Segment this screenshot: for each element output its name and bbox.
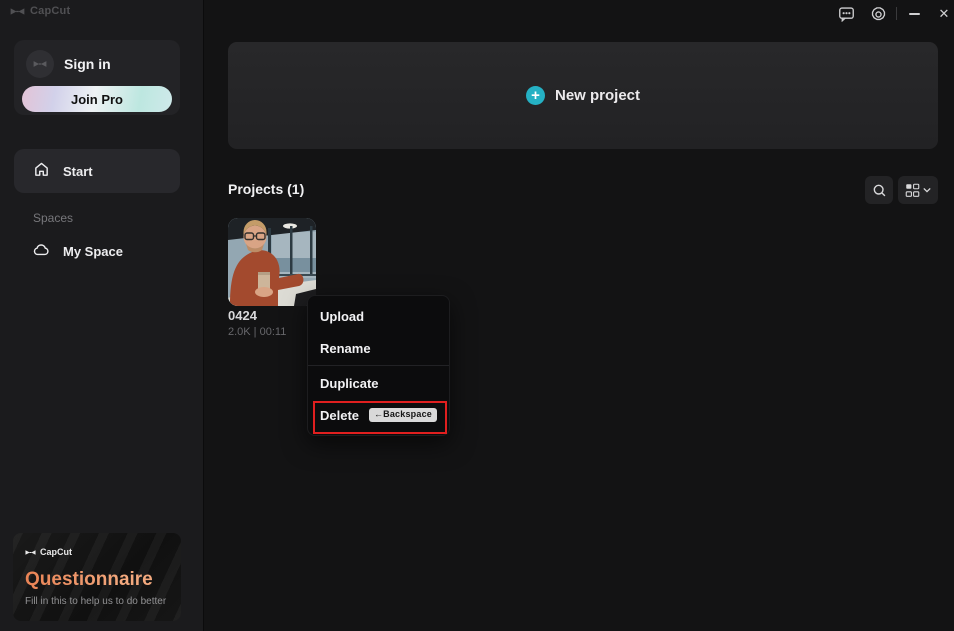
questionnaire-title: Questionnaire — [25, 569, 169, 591]
feedback-button[interactable] — [834, 3, 858, 25]
new-project-button[interactable]: + New project — [228, 42, 938, 149]
search-icon — [872, 183, 887, 198]
sidebar-item-start[interactable]: Start — [14, 149, 180, 193]
capcut-logo-icon — [10, 7, 25, 16]
view-mode-button[interactable] — [898, 176, 938, 204]
sidebar-item-label: Start — [63, 164, 93, 179]
project-meta: 2.0K | 00:11 — [228, 326, 286, 338]
capcut-logo-icon — [25, 543, 36, 561]
home-icon — [33, 161, 50, 181]
menu-item-label: Delete — [320, 408, 359, 423]
sidebar-item-label: My Space — [63, 244, 123, 259]
project-thumbnail[interactable] — [228, 218, 316, 306]
capcut-avatar-icon — [33, 60, 47, 68]
projects-header: Projects (1) — [228, 181, 304, 197]
questionnaire-banner[interactable]: CapCut Questionnaire Fill in this to hel… — [13, 533, 181, 621]
avatar[interactable] — [26, 50, 54, 78]
questionnaire-subtitle: Fill in this to help us to do better — [25, 596, 169, 607]
questionnaire-brand: CapCut — [25, 543, 169, 561]
menu-item-duplicate[interactable]: Duplicate — [308, 367, 449, 399]
backspace-shortcut-badge: ←Backspace — [369, 408, 437, 422]
settings-button[interactable] — [866, 3, 890, 25]
minimize-icon — [909, 13, 920, 15]
signin-button[interactable]: Sign in — [64, 56, 111, 72]
signin-card: Sign in Join Pro — [14, 40, 180, 115]
project-context-menu: Upload Rename Duplicate Delete ←Backspac… — [307, 295, 450, 436]
grid-view-icon — [905, 183, 920, 198]
menu-item-rename[interactable]: Rename — [308, 332, 449, 364]
spaces-section-label: Spaces — [33, 211, 73, 225]
sidebar: CapCut Sign in Join Pro Start Spaces — [0, 0, 204, 631]
menu-item-label: Upload — [320, 309, 364, 324]
close-button[interactable]: ✕ — [932, 3, 954, 25]
menu-item-upload[interactable]: Upload — [308, 300, 449, 332]
search-button[interactable] — [865, 176, 893, 204]
project-name[interactable]: 0424 — [228, 308, 257, 323]
plus-icon: + — [526, 86, 545, 105]
questionnaire-brand-label: CapCut — [40, 547, 72, 557]
new-project-label: New project — [555, 87, 640, 104]
minimize-button[interactable] — [902, 3, 926, 25]
chevron-down-icon — [923, 187, 931, 193]
menu-item-label: Rename — [320, 341, 371, 356]
menu-item-delete[interactable]: Delete ←Backspace — [308, 399, 449, 431]
app-title: CapCut — [30, 5, 70, 17]
menu-divider — [308, 365, 449, 366]
app-logo: CapCut — [10, 5, 70, 17]
menu-item-label: Duplicate — [320, 376, 379, 391]
titlebar-divider — [896, 7, 897, 20]
gear-icon — [870, 6, 887, 23]
cloud-icon — [33, 243, 50, 259]
capcut-window: CapCut Sign in Join Pro Start Spaces — [0, 0, 954, 631]
project-thumbnail-image — [228, 218, 316, 306]
feedback-icon — [838, 6, 855, 22]
join-pro-button[interactable]: Join Pro — [22, 86, 172, 112]
sidebar-item-my-space[interactable]: My Space — [33, 241, 123, 261]
